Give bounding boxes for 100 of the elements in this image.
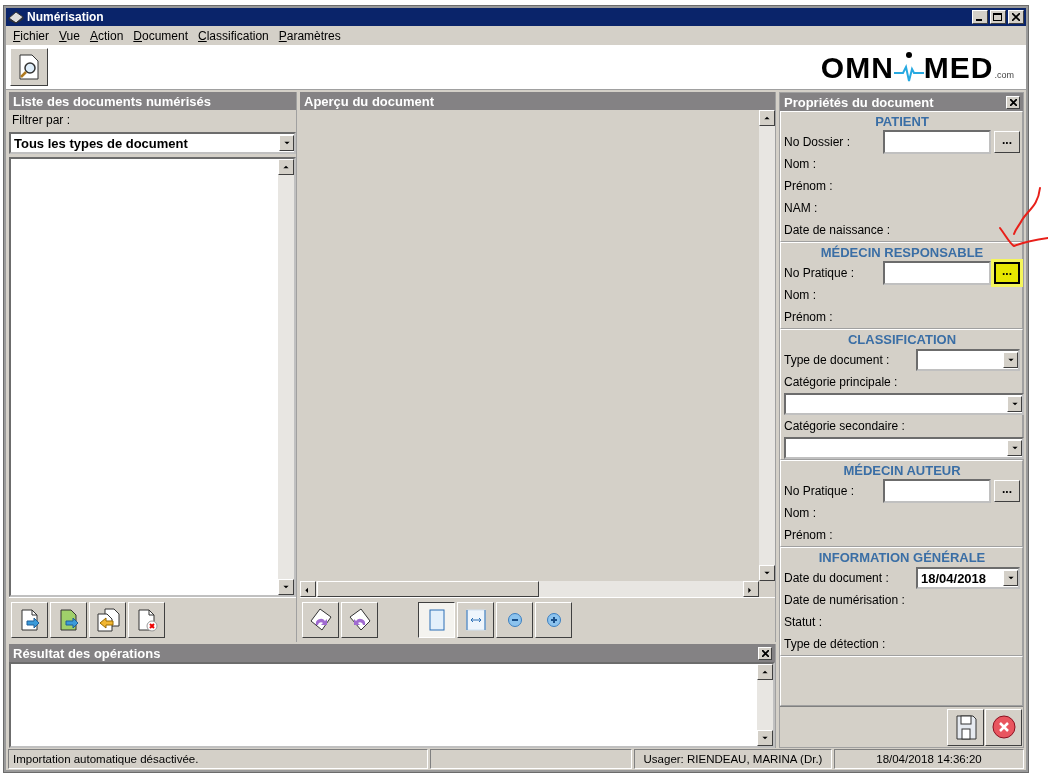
browse-button[interactable]: ... bbox=[994, 131, 1020, 153]
arrow-down-icon bbox=[1006, 574, 1015, 582]
cancel-button[interactable] bbox=[985, 708, 1022, 746]
field-label: Type de document : bbox=[784, 353, 890, 367]
close-icon bbox=[1012, 13, 1020, 21]
field-label: No Pratique : bbox=[784, 266, 855, 280]
menu-item[interactable]: Document bbox=[128, 28, 194, 43]
scroll-up-button[interactable] bbox=[757, 664, 773, 680]
document-search-icon bbox=[16, 53, 42, 81]
vertical-scrollbar[interactable] bbox=[278, 159, 294, 595]
field-label: Prénom : bbox=[784, 310, 833, 324]
arrow-down-icon bbox=[1010, 400, 1019, 408]
close-icon bbox=[1009, 98, 1017, 106]
vertical-scrollbar[interactable] bbox=[757, 664, 773, 746]
text-field[interactable] bbox=[883, 261, 991, 285]
dropdown-field[interactable]: 18/04/2018 bbox=[916, 567, 1020, 589]
panel-title: Résultat des opérations bbox=[13, 645, 161, 661]
browse-button[interactable]: ... bbox=[994, 480, 1020, 502]
field-label: Prénom : bbox=[784, 528, 833, 542]
filter-dropdown[interactable]: Tous les types de document bbox=[9, 132, 296, 154]
zoom-out-icon bbox=[506, 612, 523, 628]
scroll-up-button[interactable] bbox=[278, 159, 294, 175]
panel-title: Propriétés du document bbox=[784, 94, 934, 110]
cancel-icon bbox=[990, 714, 1017, 740]
preview-document-button[interactable] bbox=[10, 48, 48, 86]
status-text: 18/04/2018 14:36:20 bbox=[834, 749, 1024, 769]
dropdown-button[interactable] bbox=[1003, 570, 1018, 586]
scroll-thumb[interactable] bbox=[317, 581, 539, 597]
menu-item[interactable]: Vue bbox=[54, 28, 85, 43]
save-button[interactable] bbox=[947, 708, 984, 746]
field-label: Catégorie principale : bbox=[784, 375, 898, 389]
scroll-up-button[interactable] bbox=[759, 110, 775, 126]
field-label: Type de détection : bbox=[784, 637, 886, 651]
toolbar-button[interactable] bbox=[50, 602, 87, 638]
close-icon bbox=[761, 649, 769, 657]
menu-item[interactable]: Classification bbox=[193, 28, 274, 43]
arrow-down-icon bbox=[282, 139, 291, 147]
field-label: No Dossier : bbox=[784, 135, 851, 149]
menu-item[interactable]: Fichier bbox=[8, 28, 55, 43]
field-label: Date de naissance : bbox=[784, 223, 891, 237]
dropdown-button[interactable] bbox=[279, 135, 294, 151]
scroll-down-button[interactable] bbox=[757, 730, 773, 746]
field-label: Date de numérisation : bbox=[784, 593, 905, 607]
logo: OMN MED.com bbox=[820, 51, 1015, 83]
close-button[interactable] bbox=[1008, 10, 1024, 24]
scroll-down-button[interactable] bbox=[278, 579, 294, 595]
arrow-down-icon bbox=[761, 734, 769, 742]
menu-item[interactable]: Action bbox=[84, 28, 129, 43]
field-label: Catégorie secondaire : bbox=[784, 419, 905, 433]
scroll-down-button[interactable] bbox=[759, 565, 775, 581]
browse-button[interactable]: ... bbox=[994, 262, 1020, 284]
field-label: Nom : bbox=[784, 288, 816, 302]
arrow-up-icon bbox=[282, 163, 290, 171]
scroll-right-button[interactable] bbox=[743, 581, 759, 597]
dropdown-field[interactable] bbox=[916, 349, 1020, 371]
arrow-down-icon bbox=[282, 583, 290, 591]
status-text: Usager: RIENDEAU, MARINA (Dr.) bbox=[634, 749, 832, 769]
arrow-up-icon bbox=[761, 668, 769, 676]
dropdown-field[interactable] bbox=[784, 437, 1024, 459]
rotate-button[interactable] bbox=[302, 602, 339, 638]
window-title: Numérisation bbox=[27, 10, 105, 24]
arrow-up-icon bbox=[763, 114, 771, 122]
toolbar-button[interactable] bbox=[89, 602, 126, 638]
field-label: No Pratique : bbox=[784, 484, 855, 498]
toolbar-button[interactable] bbox=[128, 602, 165, 638]
dropdown-field[interactable] bbox=[784, 393, 1024, 415]
section-title: INFORMATION GÉNÉRALE bbox=[817, 549, 987, 567]
horizontal-scrollbar[interactable] bbox=[300, 581, 759, 597]
field-label: Nom : bbox=[784, 157, 816, 171]
panel-header: Aperçu du document bbox=[300, 92, 775, 110]
filter-label: Filtrer par : bbox=[11, 112, 71, 129]
field-label: Statut : bbox=[784, 615, 823, 629]
fit-width-icon bbox=[465, 609, 486, 631]
field-label: Prénom : bbox=[784, 179, 833, 193]
minimize-button[interactable] bbox=[972, 10, 988, 24]
arrow-down-icon bbox=[1006, 356, 1015, 364]
zoom-in-icon bbox=[545, 612, 562, 628]
view-button[interactable] bbox=[418, 602, 455, 638]
field-label: Nom : bbox=[784, 506, 816, 520]
close-button[interactable] bbox=[1006, 95, 1020, 109]
toolbar-button[interactable] bbox=[11, 602, 48, 638]
close-button[interactable] bbox=[758, 646, 772, 660]
text-field[interactable] bbox=[883, 130, 991, 154]
vertical-scrollbar[interactable] bbox=[759, 110, 775, 581]
section-title: MÉDECIN RESPONSABLE bbox=[819, 244, 985, 262]
section-title: CLASSIFICATION bbox=[846, 331, 958, 349]
text-field[interactable] bbox=[883, 479, 991, 503]
arrow-down-icon bbox=[1010, 444, 1019, 452]
arrow-down-icon bbox=[763, 569, 771, 577]
dropdown-button[interactable] bbox=[1007, 440, 1022, 456]
dropdown-button[interactable] bbox=[1007, 396, 1022, 412]
rotate-button[interactable] bbox=[341, 602, 378, 638]
maximize-button[interactable] bbox=[990, 10, 1006, 24]
scroll-left-button[interactable] bbox=[300, 581, 316, 597]
status-text: Importation automatique désactivée. bbox=[8, 749, 428, 769]
panel-header: Liste des documents numérisés bbox=[9, 92, 296, 110]
menu-item[interactable]: Paramètres bbox=[273, 28, 346, 43]
dropdown-button[interactable] bbox=[1003, 352, 1018, 368]
page-icon bbox=[428, 609, 445, 631]
section-title: PATIENT bbox=[874, 113, 930, 131]
